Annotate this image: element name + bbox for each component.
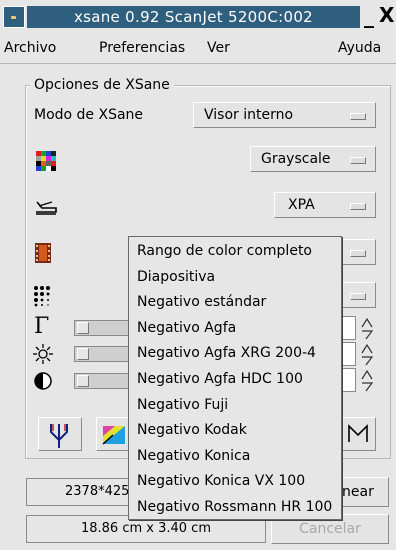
film-strip-icon bbox=[35, 243, 51, 267]
preview-button[interactable] bbox=[96, 417, 130, 451]
film-type-option[interactable]: Diapositiva bbox=[129, 265, 341, 291]
film-type-option[interactable]: Negativo Agfa XRG 200-4 bbox=[129, 341, 341, 367]
medium-button[interactable] bbox=[340, 417, 376, 451]
option-menu-indicator-icon bbox=[350, 157, 366, 164]
option-menu-indicator-icon bbox=[350, 293, 366, 300]
contrast-spin-arrows-icon[interactable] bbox=[360, 369, 374, 395]
option-menu-indicator-icon bbox=[350, 203, 366, 210]
minimize-button[interactable]: _ bbox=[364, 4, 374, 28]
dots-pattern-icon bbox=[33, 285, 53, 311]
gamma-icon: Γ bbox=[34, 314, 50, 339]
gamma-slider-handle[interactable] bbox=[77, 322, 89, 334]
film-type-option[interactable]: Negativo estándar bbox=[129, 290, 341, 316]
color-grid-icon bbox=[36, 151, 56, 175]
contrast-icon bbox=[33, 371, 53, 395]
contrast-value-field[interactable] bbox=[342, 368, 356, 392]
color-mode-select[interactable]: Grayscale bbox=[250, 146, 376, 172]
film-type-option[interactable]: Negativo Kodak bbox=[129, 418, 341, 444]
pixel-size-display: 2378*425 bbox=[26, 478, 132, 506]
window-menu-button[interactable] bbox=[3, 6, 25, 28]
mode-select-value: Visor interno bbox=[204, 107, 294, 123]
scanner-icon bbox=[34, 196, 58, 220]
xsane-window: xsane 0.92 ScanJet 5200C:002 _ X Archivo… bbox=[0, 0, 396, 550]
film-type-option[interactable]: Negativo Rossmann HR 100 bbox=[129, 495, 341, 521]
mode-label: Modo de XSane bbox=[34, 107, 144, 123]
menu-preferencias[interactable]: Preferencias bbox=[99, 40, 185, 56]
options-group-title: Opciones de XSane bbox=[30, 77, 174, 93]
brightness-value-field[interactable] bbox=[342, 342, 356, 366]
gamma-spin-arrows-icon[interactable] bbox=[360, 317, 374, 343]
scan-button[interactable]: near bbox=[339, 477, 389, 507]
title-bar: xsane 0.92 ScanJet 5200C:002 _ X bbox=[0, 0, 396, 34]
brightness-slider-handle[interactable] bbox=[77, 348, 89, 360]
menu-archivo[interactable]: Archivo bbox=[4, 40, 56, 56]
window-menu-icon bbox=[11, 16, 16, 19]
close-button[interactable]: X bbox=[379, 3, 394, 27]
film-type-option[interactable]: Negativo Konica bbox=[129, 444, 341, 470]
menu-ver[interactable]: Ver bbox=[207, 40, 230, 56]
sun-icon bbox=[33, 344, 53, 368]
medium-icon bbox=[348, 424, 368, 442]
option-menu-indicator-icon bbox=[350, 250, 366, 257]
film-type-option[interactable]: Negativo Agfa bbox=[129, 316, 341, 342]
histogram-icon bbox=[50, 424, 68, 448]
window-title: xsane 0.92 ScanJet 5200C:002 bbox=[27, 6, 360, 28]
menubar: Archivo Preferencias Ver Ayuda bbox=[0, 35, 396, 64]
film-type-menu: Rango de color completo Diapositiva Nega… bbox=[128, 236, 342, 520]
film-type-option[interactable]: Negativo Fuji bbox=[129, 393, 341, 419]
menu-ayuda[interactable]: Ayuda bbox=[338, 40, 381, 56]
source-select[interactable]: XPA bbox=[274, 192, 376, 218]
resolution-select[interactable] bbox=[340, 282, 376, 308]
brightness-spin-arrows-icon[interactable] bbox=[360, 343, 374, 369]
source-value: XPA bbox=[288, 197, 315, 213]
contrast-slider-handle[interactable] bbox=[77, 375, 89, 387]
histogram-button[interactable] bbox=[38, 417, 82, 451]
gamma-value-field[interactable] bbox=[342, 316, 356, 340]
option-menu-indicator-icon bbox=[350, 113, 366, 120]
color-image-icon bbox=[102, 426, 125, 445]
film-type-option[interactable]: Negativo Agfa HDC 100 bbox=[129, 367, 341, 393]
mode-select[interactable]: Visor interno bbox=[193, 102, 376, 128]
film-type-select[interactable] bbox=[340, 239, 376, 265]
film-type-option[interactable]: Negativo Konica VX 100 bbox=[129, 469, 341, 495]
film-type-option[interactable]: Rango de color completo bbox=[129, 239, 341, 265]
color-mode-value: Grayscale bbox=[261, 151, 331, 167]
